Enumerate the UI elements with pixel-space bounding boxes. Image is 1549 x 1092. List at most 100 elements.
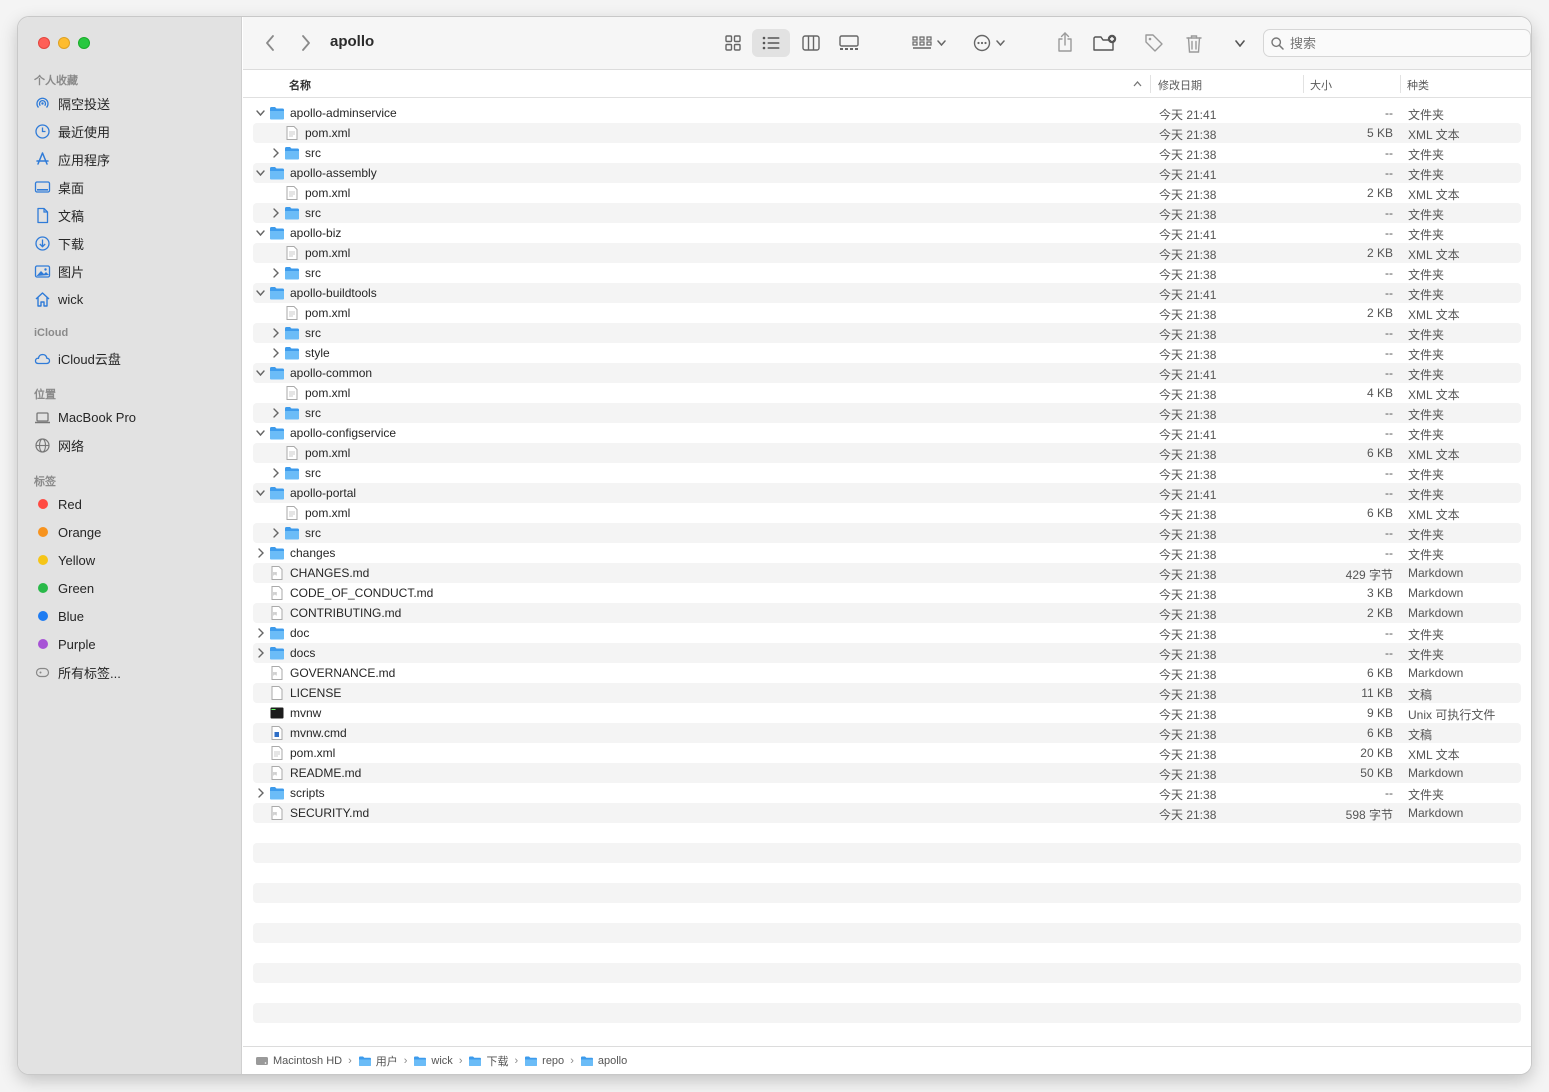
sidebar-item[interactable]: 网络 [34, 433, 84, 457]
sidebar-item[interactable]: 隔空投送 [34, 91, 110, 115]
file-row[interactable]: pom.xml 今天 21:38 4 KB XML 文本 [253, 383, 1521, 403]
path-segment[interactable]: wick [413, 1055, 453, 1067]
file-row[interactable]: src 今天 21:38 -- 文件夹 [253, 203, 1521, 223]
file-row[interactable]: style 今天 21:38 -- 文件夹 [253, 343, 1521, 363]
disclosure-triangle[interactable] [270, 326, 282, 340]
sidebar-item[interactable]: wick [34, 287, 83, 311]
sidebar-item[interactable]: 应用程序 [34, 147, 110, 171]
sidebar-item[interactable]: 最近使用 [34, 119, 110, 143]
search-input[interactable] [1290, 35, 1520, 51]
file-row[interactable]: LICENSE 今天 21:38 11 KB 文稿 [253, 683, 1521, 703]
file-row[interactable]: src 今天 21:38 -- 文件夹 [253, 463, 1521, 483]
disclosure-triangle[interactable] [255, 166, 267, 180]
tags-button[interactable] [1141, 30, 1167, 56]
file-row[interactable]: pom.xml 今天 21:38 6 KB XML 文本 [253, 503, 1521, 523]
disclosure-triangle[interactable] [255, 106, 267, 120]
sidebar-item[interactable]: 所有标签... [34, 660, 121, 684]
file-row[interactable]: pom.xml 今天 21:38 2 KB XML 文本 [253, 183, 1521, 203]
column-size-header[interactable]: 大小 [1310, 77, 1332, 93]
disclosure-triangle[interactable] [255, 786, 267, 800]
disclosure-triangle[interactable] [255, 646, 267, 660]
column-divider[interactable] [1400, 75, 1401, 93]
path-segment[interactable]: repo [524, 1055, 564, 1067]
file-row[interactable]: apollo-portal 今天 21:41 -- 文件夹 [253, 483, 1521, 503]
disclosure-triangle[interactable] [270, 266, 282, 280]
sidebar-item[interactable]: MacBook Pro [34, 405, 136, 429]
file-row[interactable]: apollo-buildtools 今天 21:41 -- 文件夹 [253, 283, 1521, 303]
disclosure-triangle[interactable] [270, 406, 282, 420]
file-row[interactable]: mvnw 今天 21:38 9 KB Unix 可执行文件 [253, 703, 1521, 723]
file-row[interactable]: apollo-common 今天 21:41 -- 文件夹 [253, 363, 1521, 383]
file-row[interactable]: src 今天 21:38 -- 文件夹 [253, 263, 1521, 283]
disclosure-triangle[interactable] [255, 286, 267, 300]
file-row[interactable]: pom.xml 今天 21:38 2 KB XML 文本 [253, 243, 1521, 263]
action-menu-button[interactable] [969, 31, 1009, 55]
file-row[interactable]: pom.xml 今天 21:38 5 KB XML 文本 [253, 123, 1521, 143]
file-row[interactable]: M CHANGES.md 今天 21:38 429 字节 Markdown [253, 563, 1521, 583]
gallery-view-button[interactable] [836, 31, 862, 55]
file-row[interactable]: M README.md 今天 21:38 50 KB Markdown [253, 763, 1521, 783]
file-row[interactable]: doc 今天 21:38 -- 文件夹 [253, 623, 1521, 643]
file-row[interactable]: src 今天 21:38 -- 文件夹 [253, 143, 1521, 163]
disclosure-triangle[interactable] [270, 206, 282, 220]
sidebar-item[interactable]: Blue [34, 604, 84, 628]
file-row[interactable]: mvnw.cmd 今天 21:38 6 KB 文稿 [253, 723, 1521, 743]
column-divider[interactable] [1150, 75, 1151, 93]
minimize-button[interactable] [58, 37, 70, 49]
disclosure-triangle[interactable] [270, 346, 282, 360]
disclosure-triangle[interactable] [255, 366, 267, 380]
sidebar-item[interactable]: 下载 [34, 231, 84, 255]
file-row[interactable]: apollo-assembly 今天 21:41 -- 文件夹 [253, 163, 1521, 183]
file-row[interactable]: scripts 今天 21:38 -- 文件夹 [253, 783, 1521, 803]
disclosure-triangle[interactable] [270, 146, 282, 160]
disclosure-triangle[interactable] [255, 626, 267, 640]
path-segment[interactable]: apollo [580, 1055, 627, 1067]
file-row[interactable]: docs 今天 21:38 -- 文件夹 [253, 643, 1521, 663]
file-row[interactable]: src 今天 21:38 -- 文件夹 [253, 523, 1521, 543]
share-button[interactable] [1053, 29, 1077, 55]
back-button[interactable] [259, 31, 281, 55]
sidebar-item[interactable]: Purple [34, 632, 96, 656]
file-row[interactable]: pom.xml 今天 21:38 20 KB XML 文本 [253, 743, 1521, 763]
sidebar-item[interactable]: Yellow [34, 548, 95, 572]
icon-view-button[interactable] [721, 31, 745, 55]
file-row[interactable]: src 今天 21:38 -- 文件夹 [253, 403, 1521, 423]
disclosure-triangle[interactable] [255, 426, 267, 440]
sidebar-item[interactable]: Green [34, 576, 94, 600]
sidebar-item[interactable]: iCloud云盘 [34, 346, 121, 370]
column-date-header[interactable]: 修改日期 [1158, 77, 1202, 93]
path-segment[interactable]: 下载 [468, 1053, 508, 1069]
file-row[interactable]: src 今天 21:38 -- 文件夹 [253, 323, 1521, 343]
file-row[interactable]: M CODE_OF_CONDUCT.md 今天 21:38 3 KB Markdown [253, 583, 1521, 603]
sidebar-item[interactable]: Red [34, 492, 82, 516]
disclosure-triangle[interactable] [255, 226, 267, 240]
column-kind-header[interactable]: 种类 [1407, 77, 1429, 93]
new-folder-button[interactable] [1091, 30, 1119, 56]
group-by-button[interactable] [909, 31, 949, 55]
sidebar-item[interactable]: 图片 [34, 259, 84, 283]
column-view-button[interactable] [799, 31, 823, 55]
file-row[interactable]: M SECURITY.md 今天 21:38 598 字节 Markdown [253, 803, 1521, 823]
disclosure-triangle[interactable] [270, 526, 282, 540]
file-row[interactable]: M CONTRIBUTING.md 今天 21:38 2 KB Markdown [253, 603, 1521, 623]
file-row[interactable]: changes 今天 21:38 -- 文件夹 [253, 543, 1521, 563]
file-row[interactable]: pom.xml 今天 21:38 2 KB XML 文本 [253, 303, 1521, 323]
close-button[interactable] [38, 37, 50, 49]
disclosure-triangle[interactable] [270, 466, 282, 480]
trash-button[interactable] [1182, 30, 1206, 56]
file-row[interactable]: apollo-biz 今天 21:41 -- 文件夹 [253, 223, 1521, 243]
sidebar-item[interactable]: 文稿 [34, 203, 84, 227]
zoom-button[interactable] [78, 37, 90, 49]
file-row[interactable]: M GOVERNANCE.md 今天 21:38 6 KB Markdown [253, 663, 1521, 683]
path-segment[interactable]: Macintosh HD [255, 1055, 342, 1067]
sidebar-item[interactable]: 桌面 [34, 175, 84, 199]
disclosure-triangle[interactable] [255, 486, 267, 500]
file-row[interactable]: pom.xml 今天 21:38 6 KB XML 文本 [253, 443, 1521, 463]
path-segment[interactable]: 用户 [358, 1053, 398, 1069]
more-toolbar-button[interactable] [1230, 33, 1250, 53]
file-row[interactable]: apollo-configservice 今天 21:41 -- 文件夹 [253, 423, 1521, 443]
file-row[interactable]: apollo-adminservice 今天 21:41 -- 文件夹 [253, 103, 1521, 123]
forward-button[interactable] [295, 31, 317, 55]
column-divider[interactable] [1303, 75, 1304, 93]
disclosure-triangle[interactable] [255, 546, 267, 560]
